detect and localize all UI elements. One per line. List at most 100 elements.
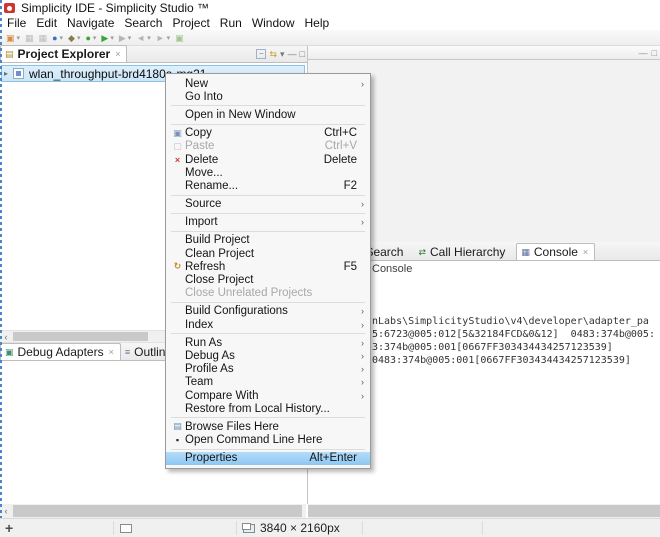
- menu-item-close-project[interactable]: Close Project: [166, 273, 370, 286]
- title-bar: Simplicity IDE - Simplicity Studio ™: [0, 0, 660, 16]
- menu-item-delete[interactable]: × Delete Delete: [166, 153, 370, 166]
- toolbar-button-icon: ▦: [39, 31, 48, 45]
- profile-button[interactable]: ▶ ▾: [117, 31, 133, 45]
- menu-item-source[interactable]: Source ›: [166, 198, 370, 211]
- maximize-icon[interactable]: □: [300, 49, 305, 59]
- status-bar: + 3840 × 2160px: [0, 518, 660, 537]
- statusbar-separator: [113, 521, 114, 535]
- tab-project-explorer[interactable]: ▤ Project Explorer ×: [0, 45, 127, 62]
- menu-item-compare-with[interactable]: Compare With ›: [166, 389, 370, 402]
- console-icon: ▦: [521, 247, 530, 258]
- menu-item-restore-from-local-history[interactable]: Restore from Local History...: [166, 402, 370, 415]
- menu-separator: [171, 231, 365, 232]
- menubar-item[interactable]: Search: [119, 16, 167, 30]
- statusbar-separator: [482, 521, 483, 535]
- tab-call-hierarchy[interactable]: ⇄ Call Hierarchy: [414, 244, 516, 260]
- region-select-icon[interactable]: [120, 524, 132, 533]
- new-wizard-button[interactable]: ▣ ▾: [4, 31, 22, 45]
- console-hscrollbar[interactable]: [308, 504, 660, 518]
- menu-item-build-project[interactable]: Build Project: [166, 234, 370, 247]
- scrollbar-thumb[interactable]: [13, 505, 302, 517]
- menu-item-move[interactable]: Move...: [166, 166, 370, 179]
- menu-item-shortcut: Ctrl+C: [324, 127, 357, 139]
- left-hscrollbar[interactable]: ‹: [0, 504, 306, 518]
- last-edit-button[interactable]: ▣ ▾: [173, 31, 186, 45]
- menu-item-refresh[interactable]: ↻ Refresh F5: [166, 260, 370, 273]
- maximize-icon[interactable]: □: [652, 48, 657, 58]
- menu-item-open-in-new-window[interactable]: Open in New Window: [166, 108, 370, 121]
- scrollbar-thumb[interactable]: [13, 332, 148, 341]
- collapse-all-icon[interactable]: −: [256, 49, 266, 59]
- menu-separator: [171, 449, 365, 450]
- menu-separator: [171, 302, 365, 303]
- menu-item-go-into[interactable]: Go Into: [166, 90, 370, 103]
- minimize-icon[interactable]: —: [288, 49, 297, 59]
- toolbar-button-icon: ▣: [6, 31, 15, 45]
- debug-button[interactable]: ● ▾: [50, 31, 65, 45]
- scrollbar-thumb[interactable]: [308, 505, 660, 517]
- menu-item-import[interactable]: Import ›: [166, 216, 370, 229]
- dropdown-arrow-icon[interactable]: ▾: [110, 34, 114, 42]
- menu-item-close-unrelated[interactable]: Close Unrelated Projects: [166, 287, 370, 300]
- menu-item-index[interactable]: Index ›: [166, 318, 370, 331]
- forward-button[interactable]: ► ▾: [154, 31, 172, 45]
- link-with-editor-icon[interactable]: ⇆: [269, 49, 277, 59]
- menu-item-browse-files-here[interactable]: ▤ Browse Files Here: [166, 420, 370, 433]
- menu-item-shortcut: F2: [344, 180, 357, 192]
- menu-item-open-command-line-here[interactable]: ▪ Open Command Line Here: [166, 434, 370, 447]
- submenu-arrow-icon: ›: [357, 351, 364, 361]
- flash-button[interactable]: ● ▾: [83, 31, 98, 45]
- dropdown-arrow-icon[interactable]: ▾: [17, 34, 21, 42]
- menu-separator: [171, 124, 365, 125]
- outline-icon: ≡: [125, 347, 130, 357]
- save-all-button[interactable]: ▦ ▾: [37, 31, 50, 45]
- menubar-item[interactable]: Help: [300, 16, 335, 30]
- close-icon[interactable]: ×: [583, 247, 588, 257]
- menubar-item[interactable]: Edit: [31, 16, 62, 30]
- menu-item-shortcut: F5: [344, 261, 357, 273]
- dropdown-arrow-icon[interactable]: ▾: [128, 34, 132, 42]
- menu-item-paste[interactable]: ▢ Paste Ctrl+V: [166, 140, 370, 153]
- console-view-label: Console: [372, 263, 412, 275]
- dropdown-arrow-icon[interactable]: ▾: [147, 34, 151, 42]
- toolbar-button-icon: ►: [156, 31, 165, 45]
- menu-item-run-as[interactable]: Run As ›: [166, 336, 370, 349]
- menu-item-team[interactable]: Team ›: [166, 376, 370, 389]
- submenu-arrow-icon: ›: [357, 79, 364, 89]
- menubar-item[interactable]: Window: [247, 16, 300, 30]
- view-menu-icon[interactable]: ▾: [280, 49, 285, 59]
- copy-icon: ▣: [170, 128, 185, 139]
- menu-item-rename[interactable]: Rename... F2: [166, 179, 370, 192]
- menubar-item[interactable]: Project: [167, 16, 214, 30]
- menu-item-properties[interactable]: Properties Alt+Enter: [166, 452, 370, 465]
- menu-item-profile-as[interactable]: Profile As ›: [166, 363, 370, 376]
- project-explorer-icon: ▤: [5, 49, 14, 60]
- close-icon[interactable]: ×: [115, 49, 120, 59]
- menubar-item[interactable]: Navigate: [62, 16, 119, 30]
- menu-item-debug-as[interactable]: Debug As ›: [166, 349, 370, 362]
- dropdown-arrow-icon[interactable]: ▾: [77, 34, 81, 42]
- save-button[interactable]: ▦ ▾: [23, 31, 36, 45]
- toolbar-button-icon: ▣: [175, 31, 184, 45]
- move-tool-icon[interactable]: +: [5, 519, 13, 537]
- dropdown-arrow-icon[interactable]: ▾: [60, 34, 64, 42]
- toolbar-button-icon: ▶: [119, 31, 126, 45]
- tab-console[interactable]: ▦ Console ×: [516, 243, 595, 260]
- menu-item-copy[interactable]: ▣ Copy Ctrl+C: [166, 127, 370, 140]
- dropdown-arrow-icon[interactable]: ▾: [167, 34, 171, 42]
- debug-adapters-icon: ▣: [5, 347, 14, 358]
- menu-item-shortcut: Ctrl+V: [325, 140, 357, 152]
- menu-item-new[interactable]: New ›: [166, 77, 370, 90]
- close-icon[interactable]: ×: [109, 347, 114, 357]
- menubar-item[interactable]: Run: [215, 16, 247, 30]
- run-button[interactable]: ▶ ▾: [99, 31, 115, 45]
- expander-icon[interactable]: ▸: [4, 69, 12, 78]
- tab-debug-adapters[interactable]: ▣ Debug Adapters ×: [0, 343, 121, 360]
- menu-item-clean-project[interactable]: Clean Project: [166, 247, 370, 260]
- menu-item-build-configurations[interactable]: Build Configurations ›: [166, 305, 370, 318]
- minimize-icon[interactable]: —: [639, 48, 648, 58]
- menubar-item[interactable]: File: [2, 16, 31, 30]
- build-button[interactable]: ◆ ▾: [66, 31, 82, 45]
- dropdown-arrow-icon[interactable]: ▾: [93, 34, 97, 42]
- back-button[interactable]: ◄ ▾: [134, 31, 152, 45]
